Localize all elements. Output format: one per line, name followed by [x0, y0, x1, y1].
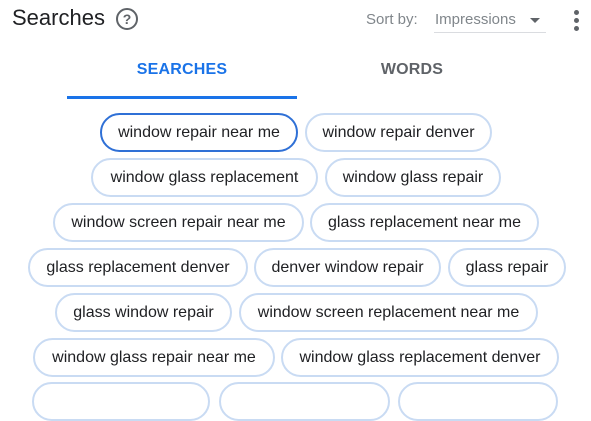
tab-words[interactable]: WORDS [297, 50, 527, 98]
search-chip[interactable]: window screen replacement near me [239, 293, 538, 332]
search-chip[interactable]: window glass repair [325, 158, 501, 197]
page-title: Searches [12, 5, 105, 30]
search-chip[interactable]: window glass replacement [91, 158, 318, 197]
active-tab-indicator [67, 96, 297, 99]
search-chip[interactable]: glass repair [448, 248, 566, 287]
header: Searches ? Sort by: Impressions [0, 0, 591, 40]
search-chip[interactable]: window glass repair near me [33, 338, 275, 377]
search-chip[interactable]: window repair denver [305, 113, 492, 152]
search-chip[interactable]: denver window repair [254, 248, 441, 287]
search-chip[interactable]: glass window repair [55, 293, 232, 332]
help-icon[interactable]: ? [116, 8, 138, 30]
search-chip[interactable]: window repair near me [100, 113, 298, 152]
search-chip[interactable]: glass replacement near me [310, 203, 539, 242]
sort-value: Impressions [435, 11, 516, 28]
tab-searches[interactable]: SEARCHES [67, 50, 297, 98]
caret-down-icon [530, 18, 540, 23]
search-chip[interactable]: window screen repair near me [53, 203, 304, 242]
search-chip[interactable]: glass replacement denver [28, 248, 248, 287]
sort-label: Sort by: [366, 11, 418, 28]
search-chip[interactable]: window glass replacement denver [281, 338, 559, 377]
more-options-icon[interactable] [572, 10, 580, 32]
sort-dropdown[interactable]: Impressions [434, 8, 546, 33]
